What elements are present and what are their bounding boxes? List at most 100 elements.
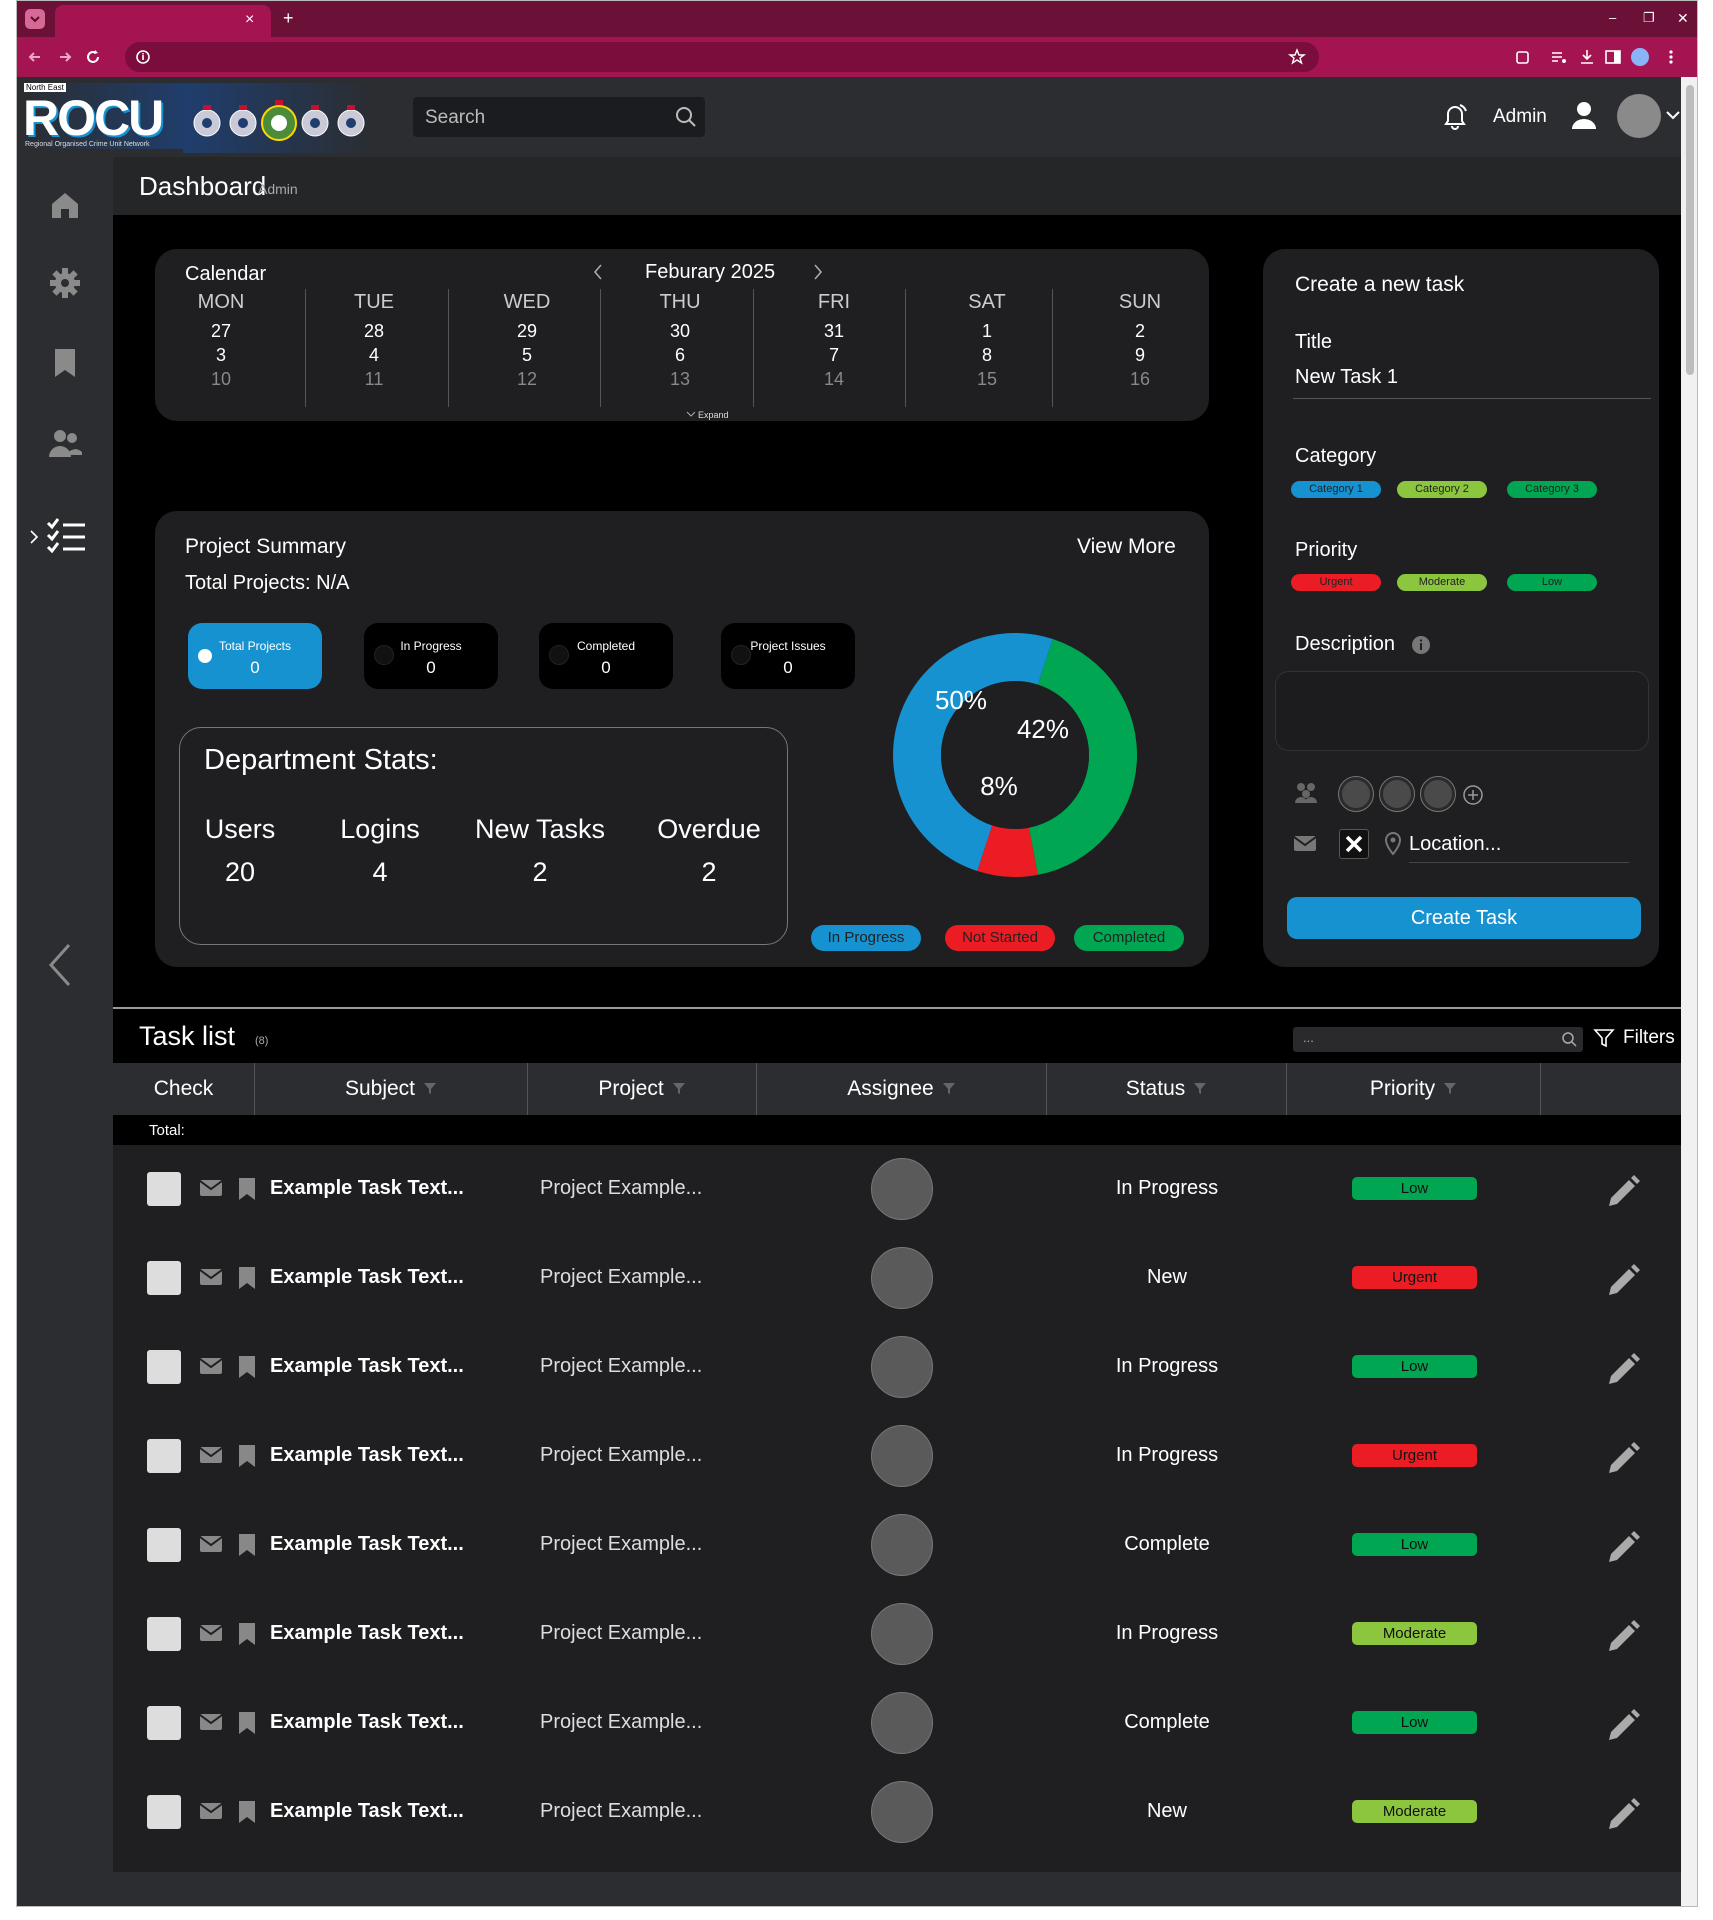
create-task-button[interactable]: Create Task <box>1287 897 1641 939</box>
mail-icon[interactable] <box>199 1178 223 1198</box>
tab-close-button[interactable]: × <box>245 10 254 30</box>
column-assignee[interactable]: Assignee <box>757 1063 1047 1115</box>
forward-icon[interactable] <box>55 47 75 67</box>
description-field[interactable] <box>1275 671 1649 751</box>
assignee-avatar[interactable] <box>871 1158 933 1220</box>
bookmark-icon[interactable] <box>237 1533 257 1557</box>
assignee-avatar[interactable] <box>1379 776 1415 812</box>
calendar-date[interactable]: 29 <box>497 321 557 342</box>
calendar-date[interactable]: 10 <box>191 369 251 390</box>
table-row[interactable]: Example Task Text... Project Example... In… <box>113 1323 1693 1412</box>
row-checkbox[interactable] <box>147 1617 181 1651</box>
notification-bell-icon[interactable] <box>1440 101 1470 131</box>
calendar-date[interactable]: 1 <box>957 321 1017 342</box>
bookmark-icon[interactable] <box>237 1177 257 1201</box>
task-subject[interactable]: Example Task Text... <box>270 1800 464 1823</box>
task-subject[interactable]: Example Task Text... <box>270 1177 464 1200</box>
edit-pencil-icon[interactable] <box>1605 1528 1641 1564</box>
mail-icon[interactable] <box>199 1801 223 1821</box>
task-list-icon[interactable] <box>45 515 87 557</box>
table-row[interactable]: Example Task Text... Project Example... Ne… <box>113 1768 1693 1857</box>
search-icon[interactable] <box>675 106 697 128</box>
chevron-down-icon[interactable] <box>1665 107 1681 123</box>
home-icon[interactable] <box>47 187 83 223</box>
view-more-link[interactable]: View More <box>1077 535 1176 559</box>
priority-low-chip[interactable]: Low <box>1507 574 1597 591</box>
site-info-icon[interactable] <box>133 47 153 67</box>
column-subject[interactable]: Subject <box>255 1063 528 1115</box>
row-checkbox[interactable] <box>147 1528 181 1562</box>
legend-not-started[interactable]: Not Started <box>945 925 1055 951</box>
rocu-logo[interactable]: North East ROCU Regional Organised Crime… <box>23 83 373 153</box>
calendar-date[interactable]: 15 <box>957 369 1017 390</box>
task-search-input[interactable]: ... <box>1293 1027 1583 1052</box>
calendar-date[interactable]: 11 <box>344 369 404 390</box>
category-3-chip[interactable]: Category 3 <box>1507 481 1597 498</box>
assignee-avatar[interactable] <box>871 1336 933 1398</box>
gear-icon[interactable] <box>47 265 83 301</box>
calendar-date[interactable]: 8 <box>957 345 1017 366</box>
mail-icon[interactable] <box>199 1267 223 1287</box>
search-icon[interactable] <box>1561 1031 1577 1047</box>
calendar-date[interactable]: 31 <box>804 321 864 342</box>
title-field[interactable]: New Task 1 <box>1293 359 1651 399</box>
chevron-left-icon[interactable] <box>592 263 604 281</box>
calendar-date[interactable]: 9 <box>1110 345 1170 366</box>
table-row[interactable]: Example Task Text... Project Example... Co… <box>113 1501 1693 1590</box>
mail-icon[interactable] <box>1293 833 1317 853</box>
calendar-date[interactable]: 28 <box>344 321 404 342</box>
address-bar[interactable] <box>125 42 1319 72</box>
priority-moderate-chip[interactable]: Moderate <box>1397 574 1487 591</box>
header-search[interactable]: Search <box>413 97 705 137</box>
bookmark-icon[interactable] <box>237 1622 257 1646</box>
scrollbar-thumb[interactable] <box>1686 85 1694 375</box>
download-icon[interactable] <box>1577 47 1597 67</box>
filter-icon[interactable] <box>942 1081 956 1095</box>
calendar-date[interactable]: 27 <box>191 321 251 342</box>
side-panel-icon[interactable] <box>1603 47 1623 67</box>
task-subject[interactable]: Example Task Text... <box>270 1266 464 1289</box>
calendar-date[interactable]: 7 <box>804 345 864 366</box>
column-project[interactable]: Project <box>528 1063 757 1115</box>
stat-project-issues[interactable]: Project Issues 0 <box>721 623 855 689</box>
bookmark-icon[interactable] <box>237 1444 257 1468</box>
row-checkbox[interactable] <box>147 1439 181 1473</box>
table-row[interactable]: Example Task Text... Project Example... In… <box>113 1145 1693 1234</box>
row-checkbox[interactable] <box>147 1795 181 1829</box>
edit-pencil-icon[interactable] <box>1605 1617 1641 1653</box>
filter-icon[interactable] <box>1443 1081 1457 1095</box>
calendar-date[interactable]: 30 <box>650 321 710 342</box>
bookmark-icon[interactable] <box>47 345 83 381</box>
priority-urgent-chip[interactable]: Urgent <box>1291 574 1381 591</box>
mail-icon[interactable] <box>199 1534 223 1554</box>
bookmark-icon[interactable] <box>237 1711 257 1735</box>
calendar-expand-link[interactable]: Expand <box>698 410 729 420</box>
calendar-date[interactable]: 3 <box>191 345 251 366</box>
bookmark-star-icon[interactable] <box>1287 47 1307 67</box>
row-checkbox[interactable] <box>147 1350 181 1384</box>
mail-icon[interactable] <box>199 1445 223 1465</box>
bookmark-icon[interactable] <box>237 1355 257 1379</box>
task-subject[interactable]: Example Task Text... <box>270 1711 464 1734</box>
task-subject[interactable]: Example Task Text... <box>270 1622 464 1645</box>
mail-icon[interactable] <box>199 1712 223 1732</box>
close-window-button[interactable]: ✕ <box>1677 8 1689 28</box>
assignee-avatar[interactable] <box>871 1425 933 1487</box>
row-checkbox[interactable] <box>147 1706 181 1740</box>
bookmark-icon[interactable] <box>237 1800 257 1824</box>
profile-avatar[interactable] <box>1631 48 1649 66</box>
calendar-date[interactable]: 2 <box>1110 321 1170 342</box>
column-status[interactable]: Status <box>1047 1063 1287 1115</box>
extensions-icon[interactable] <box>1513 47 1533 67</box>
filters-button[interactable]: Filters <box>1623 1027 1675 1049</box>
edit-pencil-icon[interactable] <box>1605 1172 1641 1208</box>
category-2-chip[interactable]: Category 2 <box>1397 481 1487 498</box>
expand-chevron-icon[interactable] <box>686 411 696 417</box>
calendar-date[interactable]: 16 <box>1110 369 1170 390</box>
back-icon[interactable] <box>25 47 45 67</box>
collapse-sidebar-icon[interactable] <box>47 943 73 987</box>
user-avatar[interactable] <box>1617 94 1661 138</box>
task-subject[interactable]: Example Task Text... <box>270 1444 464 1467</box>
table-row[interactable]: Example Task Text... Project Example... Ne… <box>113 1234 1693 1323</box>
calendar-date[interactable]: 4 <box>344 345 404 366</box>
